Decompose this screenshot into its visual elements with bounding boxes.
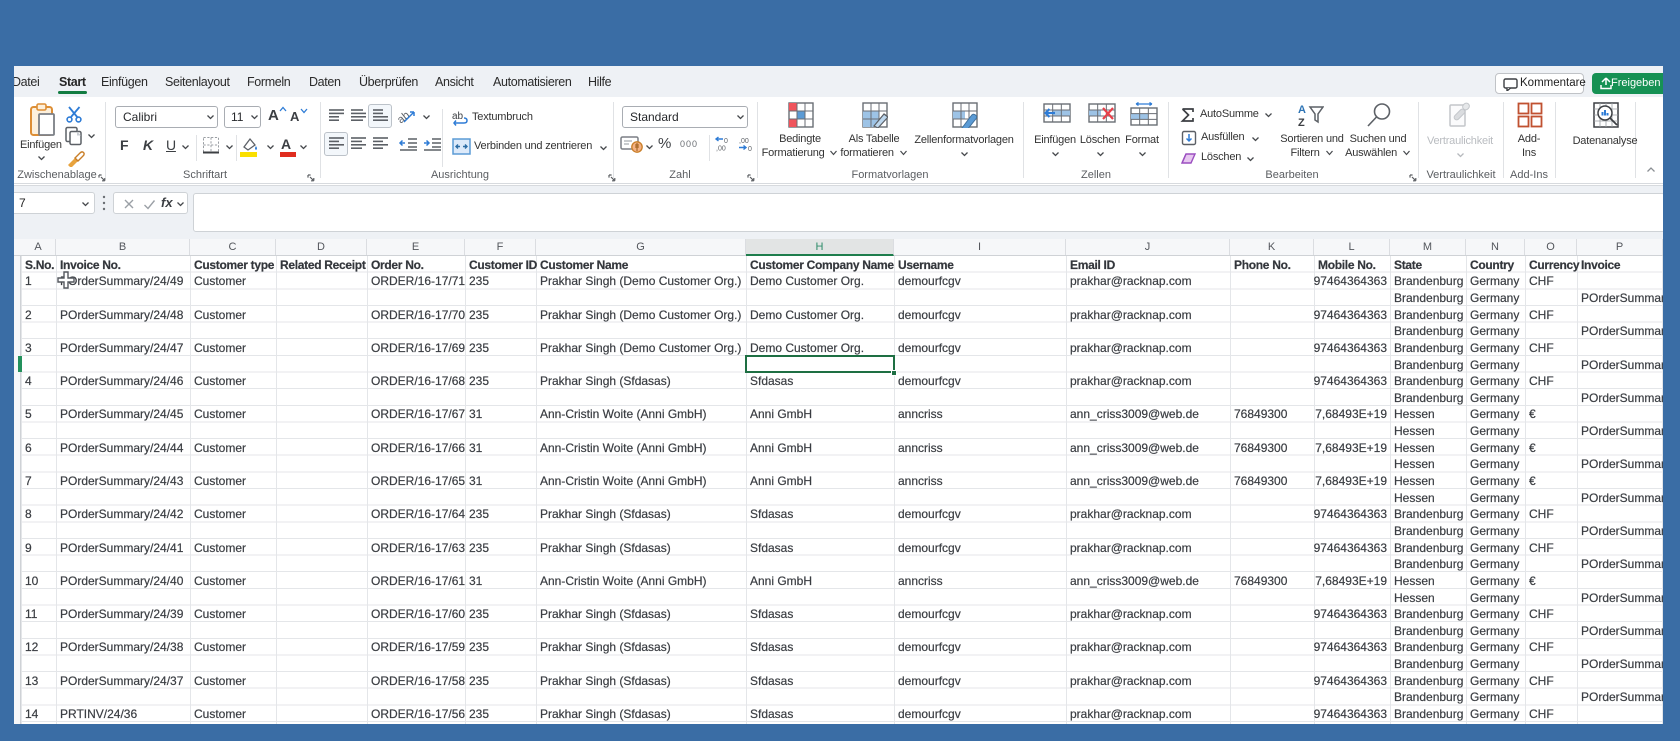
svg-text:Z: Z (1298, 117, 1305, 129)
svg-text:A: A (1298, 104, 1306, 116)
svg-text:,00: ,00 (716, 146, 726, 153)
svg-text:0: 0 (724, 138, 728, 145)
svg-text:ab: ab (452, 111, 464, 122)
